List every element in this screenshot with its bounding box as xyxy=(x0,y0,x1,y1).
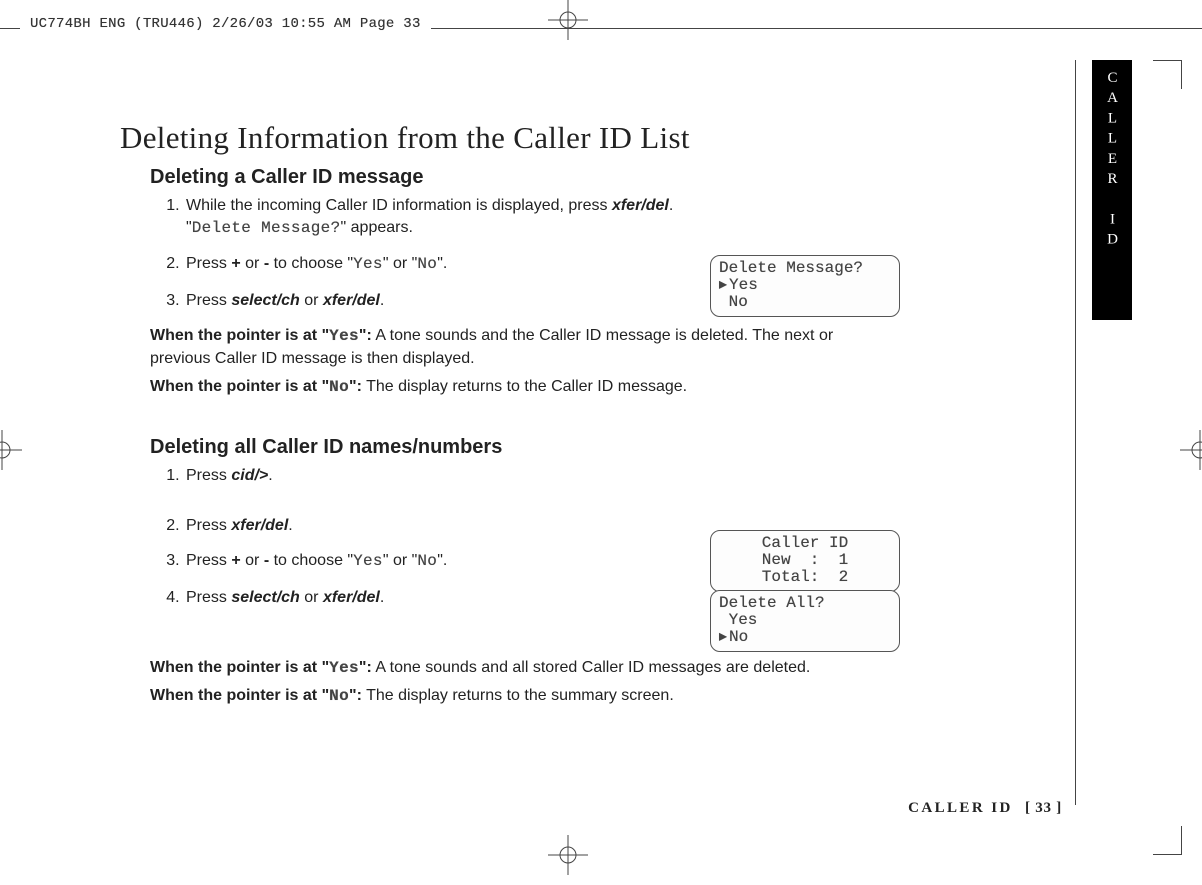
text: . xyxy=(380,589,384,606)
lcd-yes: Yes xyxy=(719,612,757,629)
lcd-yes: Yes xyxy=(729,277,758,294)
key-xfer-del: xfer/del xyxy=(323,292,380,309)
text: When the pointer is at " xyxy=(150,327,329,344)
page-area: CALLER ID Deleting Information from the … xyxy=(0,60,1202,865)
text: ": xyxy=(349,687,362,704)
s2-step1: Press cid/>. xyxy=(184,465,716,487)
key-xfer-del: xfer/del xyxy=(323,589,380,606)
side-tab-caller-id: CALLER ID xyxy=(1092,60,1132,320)
text: or xyxy=(241,255,264,272)
key-plus: + xyxy=(231,552,240,569)
text: ": xyxy=(349,378,362,395)
footer-page-number: [ 33 ] xyxy=(1025,800,1062,816)
key-select-ch: select/ch xyxy=(231,589,299,606)
lcd-text-yes: Yes xyxy=(353,552,383,570)
s1-explain-yes: When the pointer is at "Yes": A tone sou… xyxy=(150,325,880,369)
page-title: Deleting Information from the Caller ID … xyxy=(120,120,880,156)
text: The display returns to the Caller ID mes… xyxy=(362,378,687,395)
lcd-line: Caller ID xyxy=(762,535,848,552)
s1-step3: Press select/ch or xfer/del. xyxy=(184,290,716,312)
key-select-ch: select/ch xyxy=(231,292,299,309)
key-xfer-del: xfer/del xyxy=(612,197,669,214)
registration-mark-top xyxy=(548,0,588,40)
prepress-slug: UC774BH ENG (TRU446) 2/26/03 10:55 AM Pa… xyxy=(20,14,431,34)
side-rule xyxy=(1075,60,1076,805)
key-plus: + xyxy=(231,255,240,272)
text: . xyxy=(268,467,272,484)
s1-step1: While the incoming Caller ID information… xyxy=(184,195,716,239)
text: Press xyxy=(186,255,231,272)
text: " or " xyxy=(383,255,417,272)
text: to choose " xyxy=(269,255,353,272)
text: The display returns to the summary scree… xyxy=(362,687,674,704)
page-footer: CALLER ID [ 33 ] xyxy=(908,800,1062,817)
pointer-icon: ▸ xyxy=(719,629,729,646)
text: Press xyxy=(186,517,231,534)
text: . xyxy=(380,292,384,309)
text: or xyxy=(241,552,264,569)
lcd-line: Total: 2 xyxy=(762,569,848,586)
text: " appears. xyxy=(341,219,413,236)
lcd-no: No xyxy=(719,294,748,311)
text: While the incoming Caller ID information… xyxy=(186,197,612,214)
text: ". xyxy=(437,552,447,569)
text: When the pointer is at " xyxy=(150,659,329,676)
lcd-text-delete-message: Delete Message? xyxy=(192,219,341,237)
text: Press xyxy=(186,589,231,606)
lcd-text-yes: Yes xyxy=(353,255,383,273)
lcd-text-no: No xyxy=(329,378,349,396)
text: to choose " xyxy=(269,552,353,569)
lcd-line: Delete All? xyxy=(719,595,825,612)
s2-step4: Press select/ch or xfer/del. xyxy=(184,587,716,609)
s2-step3: Press + or - to choose "Yes" or "No". xyxy=(184,550,716,573)
pointer-icon: ▸ xyxy=(719,277,729,294)
lcd-no: No xyxy=(729,629,748,646)
s1-explain-no: When the pointer is at "No": The display… xyxy=(150,376,880,399)
text: Press xyxy=(186,552,231,569)
text: Press xyxy=(186,292,231,309)
text: . xyxy=(288,517,292,534)
text: When the pointer is at " xyxy=(150,378,329,395)
text: " or " xyxy=(383,552,417,569)
lcd-caller-id-summary: Caller ID New : 1 Total: 2 xyxy=(710,530,900,592)
s2-step2: Press xfer/del. xyxy=(184,515,716,537)
lcd-text-yes: Yes xyxy=(329,659,359,677)
lcd-delete-message: Delete Message? ▸Yes No xyxy=(710,255,900,317)
lcd-line: Delete Message? xyxy=(719,260,863,277)
lcd-text-no: No xyxy=(329,687,349,705)
section1-heading: Deleting a Caller ID message xyxy=(150,166,880,189)
s2-explain-yes: When the pointer is at "Yes": A tone sou… xyxy=(150,657,880,680)
text: ": xyxy=(359,659,372,676)
lcd-text-yes: Yes xyxy=(329,327,359,345)
text: ": xyxy=(359,327,372,344)
text: or xyxy=(300,292,323,309)
text: ". xyxy=(437,255,447,272)
s1-step2: Press + or - to choose "Yes" or "No". xyxy=(184,253,716,276)
lcd-line: New : 1 xyxy=(762,552,848,569)
text: . xyxy=(669,197,673,214)
content-column: Deleting Information from the Caller ID … xyxy=(120,120,880,714)
text: Press xyxy=(186,467,231,484)
key-xfer-del: xfer/del xyxy=(231,517,288,534)
lcd-text-no: No xyxy=(417,552,437,570)
lcd-delete-all: Delete All? Yes ▸No xyxy=(710,590,900,652)
key-cid: cid/> xyxy=(231,467,268,484)
footer-section: CALLER ID xyxy=(908,800,1013,816)
section2-heading: Deleting all Caller ID names/numbers xyxy=(150,436,880,459)
crop-top-bar: UC774BH ENG (TRU446) 2/26/03 10:55 AM Pa… xyxy=(0,18,1202,38)
lcd-text-no: No xyxy=(417,255,437,273)
s2-explain-no: When the pointer is at "No": The display… xyxy=(150,685,880,708)
text: or xyxy=(300,589,323,606)
text: A tone sounds and all stored Caller ID m… xyxy=(372,659,810,676)
text: When the pointer is at " xyxy=(150,687,329,704)
